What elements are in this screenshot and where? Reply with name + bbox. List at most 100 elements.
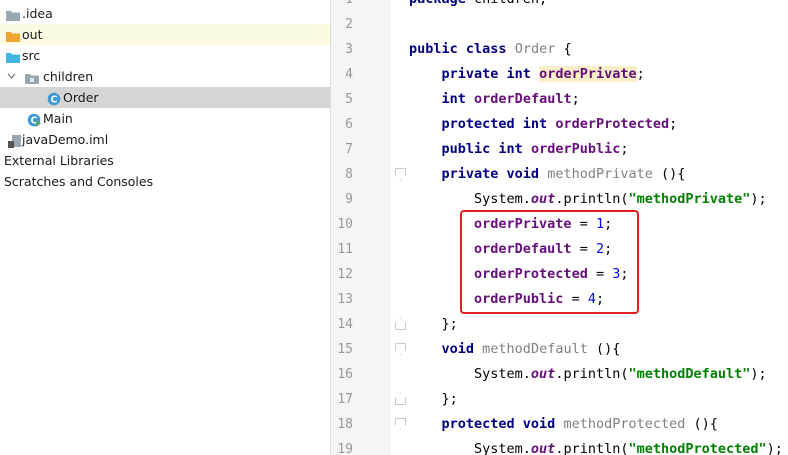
code-token: System. [409, 191, 531, 207]
code-line[interactable]: 1 package children; [331, 0, 788, 12]
line-number[interactable]: 11 [331, 237, 353, 262]
code-line[interactable]: 17 }; [331, 387, 788, 412]
line-number[interactable]: 1 [331, 0, 353, 12]
tree-item-label: src [22, 48, 41, 63]
line-number[interactable]: 3 [331, 37, 353, 62]
tree-item-label: Order [63, 90, 99, 105]
code-token: (){ [685, 416, 718, 432]
line-number[interactable]: 2 [331, 12, 353, 37]
code-token: methodPrivate [547, 166, 653, 182]
tree-item-order[interactable]: C Order [0, 87, 330, 108]
tree-item-external-libraries[interactable]: External Libraries [0, 150, 330, 171]
line-number[interactable]: 7 [331, 137, 353, 162]
fold-marker-icon[interactable] [395, 318, 406, 330]
code-token: ; [571, 91, 580, 107]
highlight-box [460, 210, 639, 314]
code-token: "methodProtected" [628, 441, 767, 455]
tree-item-src[interactable]: src [0, 45, 330, 66]
module-file-icon [8, 133, 22, 148]
code-token: orderDefault [474, 91, 572, 107]
code-line[interactable]: 14 }; [331, 312, 788, 337]
code-token: .println( [555, 441, 629, 455]
folder-icon [6, 7, 20, 21]
class-icon: C [47, 91, 61, 106]
code-line[interactable]: 6 protected int orderProtected; [331, 112, 788, 137]
code-line[interactable]: 19 System.out.println("methodProtected")… [331, 437, 788, 455]
line-number[interactable]: 8 [331, 162, 353, 187]
code-token: ; [669, 116, 678, 132]
line-number[interactable]: 13 [331, 287, 353, 312]
code-text: public int orderPublic; [409, 137, 629, 162]
package-icon [25, 70, 39, 84]
line-number[interactable]: 10 [331, 212, 353, 237]
code-text: int orderDefault; [409, 87, 580, 112]
line-number[interactable]: 5 [331, 87, 353, 112]
tree-item-scratches[interactable]: Scratches and Consoles [0, 171, 330, 192]
code-text: System.out.println("methodPrivate"); [409, 187, 767, 212]
code-token: ; [636, 66, 645, 82]
tree-item-out[interactable]: out [0, 24, 330, 45]
folder-blue-icon [6, 49, 20, 63]
code-token: methodProtected [563, 416, 686, 432]
code-text: System.out.println("methodDefault"); [409, 362, 767, 387]
code-line[interactable]: 3 public class Order { [331, 37, 788, 62]
code-token: out [530, 366, 556, 382]
code-line[interactable]: 2 [331, 12, 788, 37]
tree-item-children[interactable]: children [0, 66, 330, 87]
code-text: }; [409, 387, 458, 412]
code-line[interactable]: 4 private int orderPrivate; [331, 62, 788, 87]
code-token: "methodPrivate" [628, 191, 751, 207]
tree-item-label: children [43, 69, 94, 84]
code-text: private void methodPrivate (){ [409, 162, 686, 187]
code-text: package children; [409, 0, 547, 12]
fold-marker-icon[interactable] [395, 168, 406, 180]
tree-item-main[interactable]: C Main [0, 108, 330, 129]
tree-item-label: Main [43, 111, 73, 126]
tree-item-javademo-iml[interactable]: javaDemo.iml [0, 129, 330, 150]
line-number[interactable]: 12 [331, 262, 353, 287]
line-number[interactable]: 9 [331, 187, 353, 212]
code-token: protected int [441, 116, 548, 132]
code-token: void [441, 341, 475, 357]
line-number[interactable]: 18 [331, 412, 353, 437]
code-token: ); [750, 191, 767, 207]
code-token: private void [441, 166, 540, 182]
code-token: "methodDefault" [628, 366, 751, 382]
code-text: System.out.println("methodProtected"); [409, 437, 783, 455]
code-token: ; [620, 141, 629, 157]
fold-marker-icon[interactable] [395, 418, 406, 430]
code-line[interactable]: 18 protected void methodProtected (){ [331, 412, 788, 437]
code-text: protected int orderProtected; [409, 112, 678, 137]
code-line[interactable]: 5 int orderDefault; [331, 87, 788, 112]
code-token: System. [409, 366, 531, 382]
line-number[interactable]: 19 [331, 437, 353, 455]
code-text: protected void methodProtected (){ [409, 412, 718, 437]
line-number[interactable]: 6 [331, 112, 353, 137]
code-line[interactable]: 16 System.out.println("methodDefault"); [331, 362, 788, 387]
code-token: }; [409, 391, 458, 407]
code-editor[interactable]: 1 package children; 23 public class Order {… [331, 0, 788, 455]
line-number[interactable]: 16 [331, 362, 353, 387]
code-token: out [530, 191, 556, 207]
code-line[interactable]: 9 System.out.println("methodPrivate"); [331, 187, 788, 212]
line-number[interactable]: 17 [331, 387, 353, 412]
line-number[interactable]: 4 [331, 62, 353, 87]
code-token: out [530, 441, 556, 455]
fold-marker-icon[interactable] [395, 393, 406, 405]
code-line[interactable]: 8 private void methodPrivate (){ [331, 162, 788, 187]
fold-marker-icon[interactable] [395, 343, 406, 355]
tree-item-idea[interactable]: .idea [0, 3, 330, 24]
line-number[interactable]: 15 [331, 337, 353, 362]
line-number[interactable]: 14 [331, 312, 353, 337]
code-token: int [441, 91, 466, 107]
code-token: package [409, 0, 466, 7]
code-line[interactable]: 15 void methodDefault (){ [331, 337, 788, 362]
folder-orange-icon [6, 28, 20, 42]
code-line[interactable]: 7 public int orderPublic; [331, 137, 788, 162]
